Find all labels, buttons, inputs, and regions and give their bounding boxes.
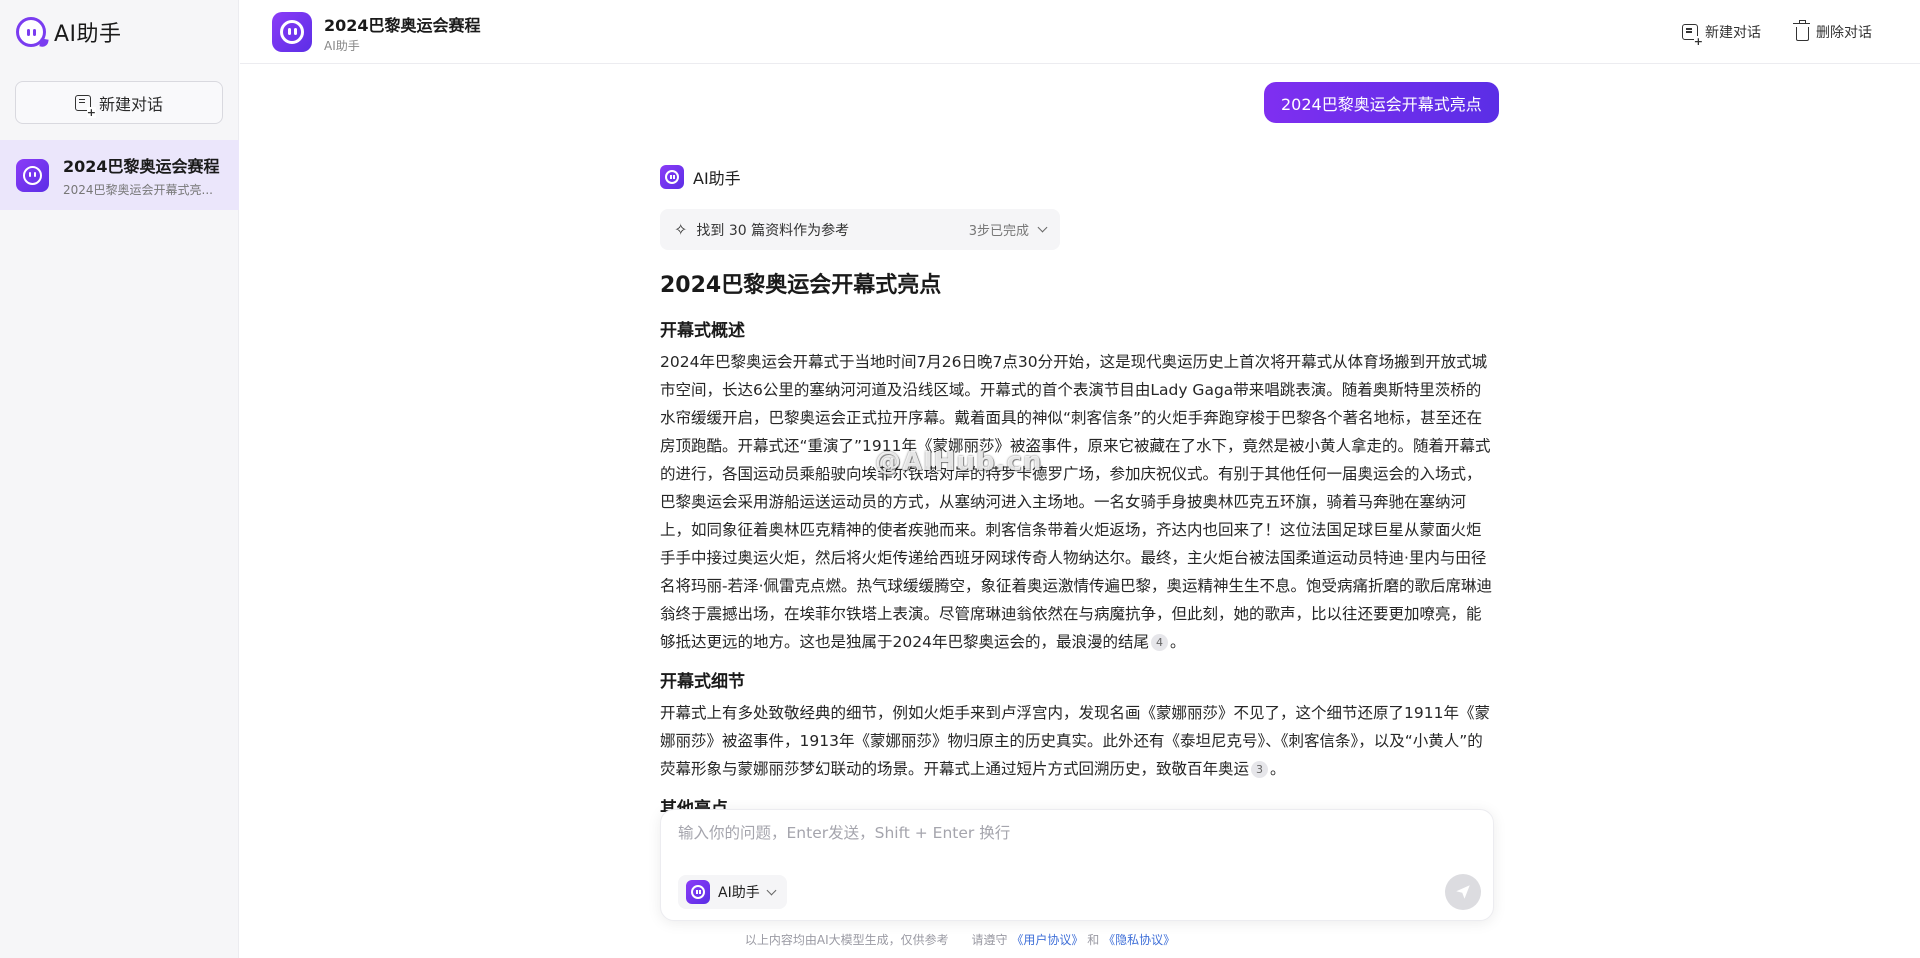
assistant-avatar-icon xyxy=(16,158,49,192)
chevron-down-icon xyxy=(1037,222,1048,233)
references-toggle[interactable]: ✧ 找到 30 篇资料作为参考 3步已完成 xyxy=(660,209,1060,250)
answer-title: 2024巴黎奥运会开幕式亮点 xyxy=(660,273,942,298)
chat-header: 2024巴黎奥运会赛程 AI助手 新建对话 删除对话 xyxy=(240,0,1920,64)
brand-name: AI助手 xyxy=(54,22,122,47)
citation-badge[interactable]: 3 xyxy=(1251,761,1269,778)
disclaimer-text: 以上内容均由AI大模型生成，仅供参考 xyxy=(744,933,949,947)
section-end: 。 xyxy=(1169,633,1186,651)
section-text: 开幕式上有多处致敬经典的细节，例如火炬手来到卢浮宫内，发现名画《蒙娜丽莎》不见了… xyxy=(660,704,1490,778)
header-subtitle: AI助手 xyxy=(324,39,360,53)
assistant-answer: 2024巴黎奥运会开幕式亮点 开幕式概述 2024年巴黎奥运会开幕式于当地时间7… xyxy=(660,268,1494,812)
sidebar-conversation-item[interactable]: 2024巴黎奥运会赛程 2024巴黎奥运会开幕式亮... xyxy=(0,140,239,210)
section-end: 。 xyxy=(1270,760,1286,778)
assistant-name: AI助手 xyxy=(693,169,741,188)
section-heading: 开幕式细节 xyxy=(660,672,745,692)
steps-status: 3步已完成 xyxy=(968,224,1029,239)
send-button[interactable] xyxy=(1445,874,1481,910)
references-text: 找到 30 篇资料作为参考 xyxy=(696,222,850,239)
privacy-link[interactable]: 《隐私协议》 xyxy=(1103,933,1175,947)
user-agreement-link[interactable]: 《用户协议》 xyxy=(1011,933,1083,947)
section-paragraph: 2024年巴黎奥运会开幕式于当地时间7月26日晚7点30分开始，这是现代奥运历史… xyxy=(660,348,1494,656)
citation-badge[interactable]: 4 xyxy=(1150,634,1168,651)
header-new-chat-label: 新建对话 xyxy=(1705,25,1761,41)
sparkle-icon: ✧ xyxy=(674,220,688,239)
chat-input[interactable] xyxy=(678,824,1458,842)
assistant-label: AI助手 xyxy=(660,165,741,189)
header-title: 2024巴黎奥运会赛程 xyxy=(324,16,481,35)
header-new-chat-button[interactable]: 新建对话 xyxy=(1682,22,1761,47)
send-icon xyxy=(1456,885,1470,899)
header-avatar-icon xyxy=(272,12,312,52)
footer-disclaimer: 以上内容均由AI大模型生成，仅供参考 请遵守 《用户协议》 和 《隐私协议》 xyxy=(0,931,1920,948)
trash-icon xyxy=(1793,19,1810,41)
ai-logo-icon xyxy=(16,17,49,48)
model-name: AI助手 xyxy=(718,885,760,901)
conversation-preview: 2024巴黎奥运会开幕式亮... xyxy=(63,182,213,197)
conversation-title: 2024巴黎奥运会赛程 xyxy=(63,156,220,176)
and-text: 和 xyxy=(1087,933,1100,947)
watermark: @AIHub.cn xyxy=(875,447,1043,477)
user-message-bubble: 2024巴黎奥运会开幕式亮点 xyxy=(1264,82,1499,123)
delete-chat-label: 删除对话 xyxy=(1816,25,1872,41)
section-heading: 开幕式概述 xyxy=(660,321,745,341)
assistant-avatar-icon xyxy=(686,880,710,904)
section-text: 2024年巴黎奥运会开幕式于当地时间7月26日晚7点30分开始，这是现代奥运历史… xyxy=(660,353,1493,651)
assistant-avatar-icon xyxy=(660,165,684,189)
sidebar-new-chat-label: 新建对话 xyxy=(98,94,163,114)
chat-input-box: AI助手 xyxy=(660,809,1494,921)
follow-text: 请遵守 xyxy=(971,933,1008,947)
sidebar: AI助手 新建对话 2024巴黎奥运会赛程 2024巴黎奥运会开幕式亮... xyxy=(0,0,239,958)
section-paragraph: 开幕式上有多处致敬经典的细节，例如火炬手来到卢浮宫内，发现名画《蒙娜丽莎》不见了… xyxy=(660,699,1494,783)
delete-chat-button[interactable]: 删除对话 xyxy=(1793,19,1872,42)
chevron-down-icon xyxy=(766,885,777,895)
sidebar-new-chat-button[interactable]: 新建对话 xyxy=(15,81,223,124)
new-chat-icon xyxy=(1682,24,1703,47)
model-selector[interactable]: AI助手 xyxy=(678,875,787,909)
new-chat-icon xyxy=(74,94,96,118)
brand[interactable]: AI助手 xyxy=(0,0,238,64)
